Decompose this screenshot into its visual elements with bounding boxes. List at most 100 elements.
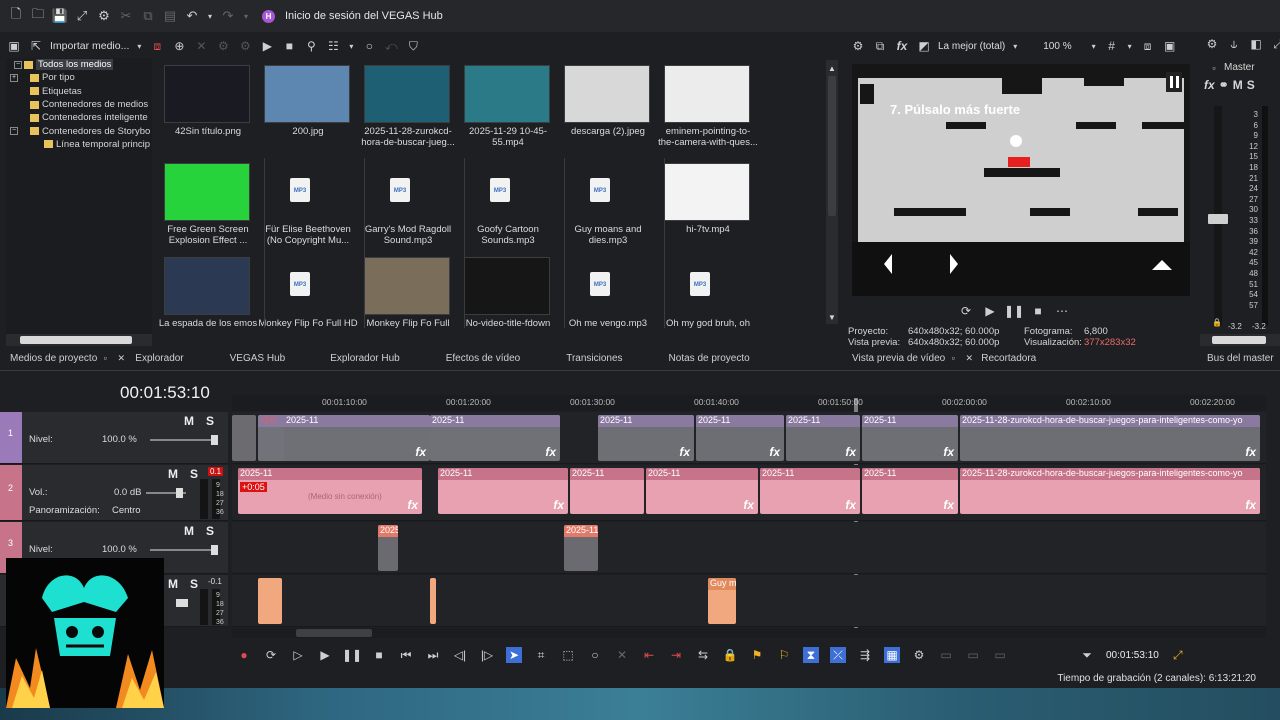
split-screen-icon[interactable]: ◩ [916,38,932,54]
solo-button[interactable]: S [206,524,214,538]
chevron-down-icon[interactable]: ▾ [135,38,143,54]
play-icon[interactable]: ▶ [259,38,275,54]
go-start-icon[interactable]: ⏮ [398,647,414,663]
media-item[interactable]: 2025-11-28-zurokcd-hora-de-buscar-jueg..… [358,60,455,152]
redo-dropdown-icon[interactable]: ▾ [242,8,250,24]
master-fx-icon[interactable]: fx [1204,78,1215,92]
expand-icon[interactable]: + [10,73,18,82]
close-icon[interactable]: ✕ [961,350,977,366]
chevron-down-icon[interactable]: ▾ [347,38,355,54]
video-clip[interactable]: 2025-11 fx [598,415,694,461]
level-slider[interactable] [150,435,218,445]
remove-icon[interactable]: ✕ [193,38,209,54]
mixer-fx-icon[interactable]: ⫝ [1226,36,1242,52]
fx-media-icon[interactable]: ⚙ [237,38,253,54]
fx-icon[interactable]: fx [943,498,954,512]
gear-icon[interactable]: ⚙ [96,8,112,24]
audio-clip[interactable]: 2025-11 fx [646,468,758,514]
chevron-down-icon[interactable]: ▾ [1090,38,1098,54]
record-icon[interactable]: ● [236,647,252,663]
video-clip[interactable]: 2025-11 fx [786,415,860,461]
tab-master-bus[interactable]: Bus del master [1207,353,1274,364]
pin-marker-icon[interactable]: ⏷ [1079,647,1095,663]
fx-icon[interactable]: fx [415,445,426,459]
marker-icon[interactable]: ⚑ [749,647,765,663]
fx-icon[interactable]: fx [679,445,690,459]
undock-icon[interactable]: ▫ [97,350,113,366]
track-header-2[interactable]: 2 M S 0.1 Vol.: 0.0 dB Panoramización: C… [0,465,228,521]
split-icon[interactable]: ✕ [614,647,630,663]
fx-icon[interactable]: fx [553,498,564,512]
lock-icon[interactable]: 🔒 [722,647,738,663]
open-folder-icon[interactable]: 🗀 [30,6,46,24]
mute-button[interactable]: M [184,414,194,428]
media-item[interactable]: descarga (2).jpeg [558,60,654,152]
stop-icon[interactable]: ■ [1030,303,1046,319]
video-clip[interactable] [232,415,256,461]
volume-slider[interactable] [176,599,188,607]
ungroup-icon[interactable]: ▭ [992,647,1008,663]
expand-icon[interactable]: ⤢ [1170,647,1186,663]
track-lane-1[interactable]: -0:0 2025-11 fx 2025-11 fx 2025-11 fx 2025-… [232,412,1266,464]
link-icon[interactable]: ⚭ [1219,78,1229,92]
track-header-1[interactable]: 1 M S Nivel: 100.0 % [0,412,228,464]
pause-icon[interactable]: ❚❚ [1004,303,1024,319]
fx-icon[interactable]: fx [845,445,856,459]
scroll-thumb[interactable] [828,76,836,216]
envelope-tool-icon[interactable]: ⌗ [533,647,549,663]
preview-quality-select[interactable]: La mejor (total) [938,41,1005,52]
tree-item-media-bins[interactable]: Contenedores de medios [6,98,152,111]
new-file-icon[interactable]: 🗋 [8,6,24,24]
copy-snapshot-icon[interactable]: ⧈ [1140,38,1156,54]
gear-icon[interactable]: ⚙ [1204,36,1220,52]
tab-project-media[interactable]: Medios de proyecto [10,353,97,364]
view-icon[interactable]: ☷ [325,38,341,54]
capture-icon[interactable]: ⧈ [149,38,165,54]
snap-icon[interactable]: ⇶ [857,647,873,663]
tag-icon[interactable]: ⛉ [405,38,421,54]
tree-item-by-type[interactable]: + Por tipo [6,71,152,84]
media-vertical-scrollbar[interactable]: ▲ ▼ [826,60,838,324]
mute-button[interactable]: M [168,467,178,481]
master-fader[interactable] [1208,214,1228,224]
fx-icon[interactable]: fx [1245,445,1256,459]
region-icon[interactable]: ⚐ [776,647,792,663]
master-hscroll[interactable] [1200,334,1280,346]
media-item[interactable]: eminem-pointing-to-the-camera-with-ques.… [658,60,758,152]
undo-icon[interactable]: ↶ [184,8,200,24]
media-item[interactable]: hi-7tv.mp4 [658,158,754,250]
tab-video-fx[interactable]: Efectos de vídeo [446,353,521,364]
ripple-icon[interactable]: ⇆ [695,647,711,663]
track-lane-4[interactable]: Guy m [232,575,1266,627]
autoplay-icon[interactable]: ⚲ [303,38,319,54]
tree-item-main-timeline[interactable]: Línea temporal princip [6,138,152,151]
solo-button[interactable]: S [190,577,198,591]
trim-start-icon[interactable]: ⇤ [641,647,657,663]
fx-icon[interactable]: fx [1245,498,1256,512]
audio-clip[interactable] [430,578,436,624]
properties-icon[interactable]: ⚙ [215,38,231,54]
collapse-icon[interactable]: − [10,127,18,136]
mute-button[interactable]: M [184,524,194,538]
tree-horizontal-scrollbar[interactable] [6,334,152,346]
peak-indicator[interactable]: -0.1 [208,577,222,586]
auto-ripple-icon[interactable]: ⧗ [803,647,819,663]
grid-snap-icon[interactable]: ▦ [884,647,900,663]
media-item[interactable]: MP3 Monkey Flip Fo Full HD [258,252,358,328]
media-item[interactable]: MP3 Oh me vengo.mp3 [558,252,654,328]
media-item[interactable]: No-video-title-fdown [458,252,554,328]
video-clip[interactable]: 2025-11-28-zurokcd-hora-de-buscar-juegos… [960,415,1260,461]
media-item[interactable]: MP3 Garry's Mod Ragdoll Sound.mp3 [358,158,454,250]
prev-frame-icon[interactable]: ◁| [452,647,468,663]
tab-hub-explorer[interactable]: Explorador Hub [330,353,399,364]
audio-clip[interactable]: 2025-11-28-zurokcd-hora-de-buscar-juegos… [960,468,1260,514]
copy-icon[interactable]: ⧉ [140,8,156,24]
video-fx-icon[interactable]: fx [894,38,910,54]
audio-clip[interactable]: Guy m [708,578,736,624]
undock-icon[interactable]: ▫ [945,350,961,366]
audio-clip[interactable]: 2025-11 [570,468,644,514]
fx-icon[interactable]: fx [407,498,418,512]
media-item[interactable]: MP3 Goofy Cartoon Sounds.mp3 [458,158,554,250]
tab-trimmer[interactable]: Recortadora [981,353,1036,364]
tile-icon[interactable]: ▭ [938,647,954,663]
